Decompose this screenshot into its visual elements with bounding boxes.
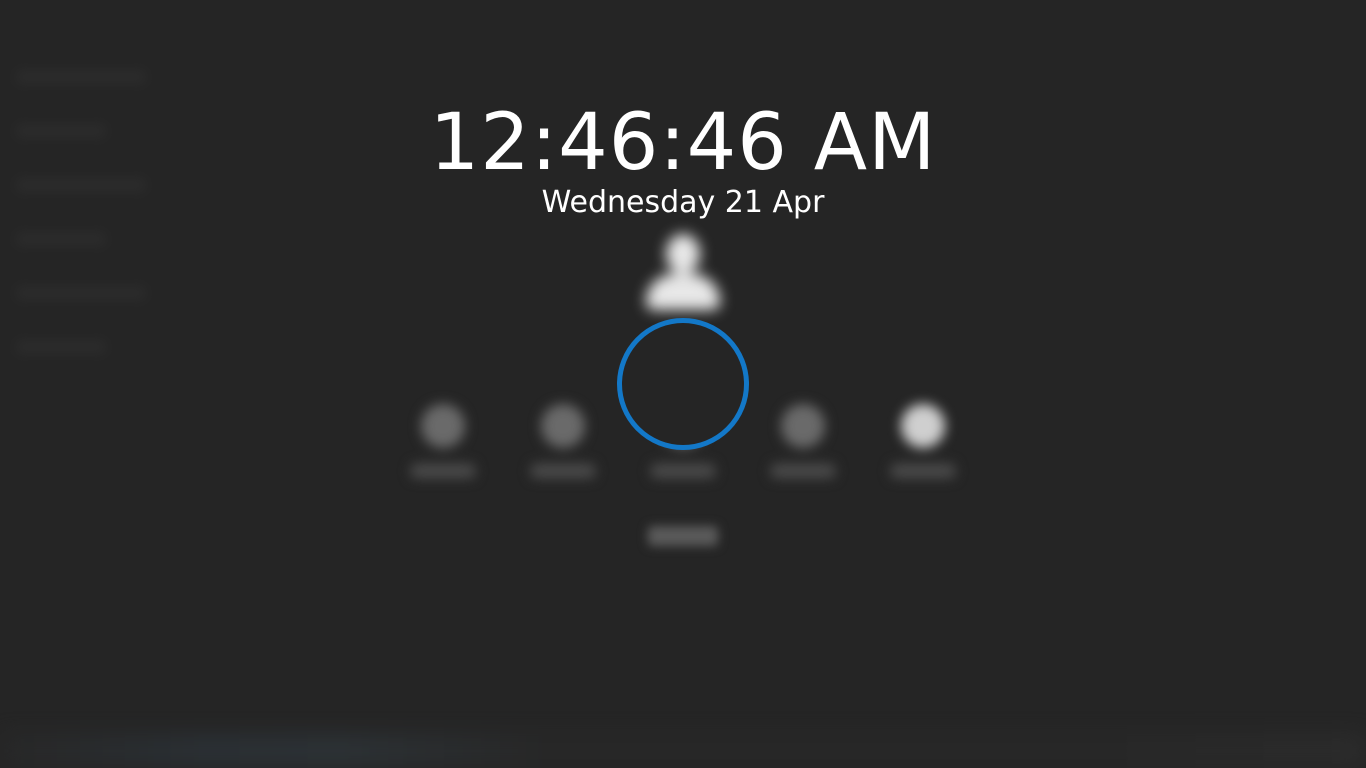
blurred-action-button [763,400,843,490]
lock-screen: 12:46:46 AM Wednesday 21 Apr [0,0,1366,768]
blurred-taskbar [0,734,1366,768]
blurred-action-button [403,400,483,490]
clock-date: Wednesday 21 Apr [541,185,825,220]
blurred-action-button [883,400,963,490]
clock-time: 12:46:46 AM [429,98,937,188]
loading-spinner [617,318,749,450]
blurred-switch-user-button [648,526,718,546]
blurred-action-button [523,400,603,490]
user-avatar-icon [638,222,728,317]
